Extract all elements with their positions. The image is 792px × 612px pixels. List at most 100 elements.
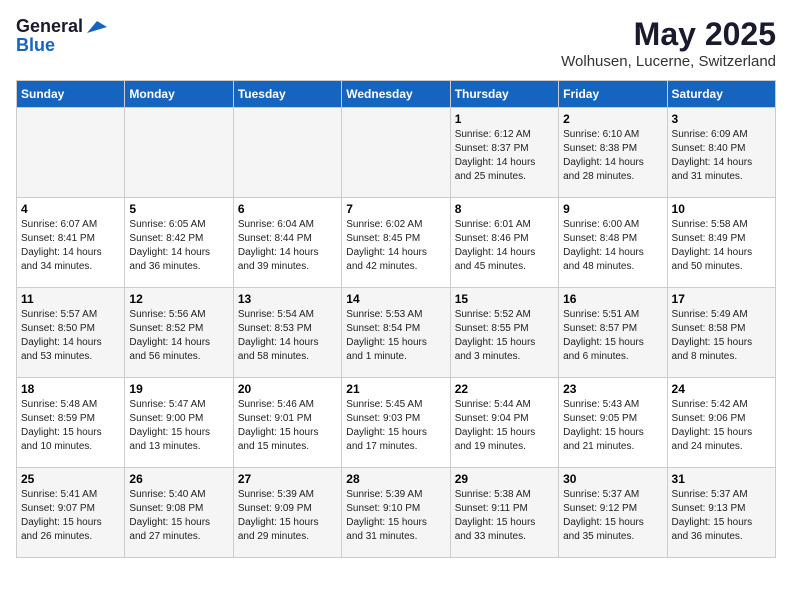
day-number: 8	[455, 202, 554, 216]
day-info: Sunrise: 5:52 AMSunset: 8:55 PMDaylight:…	[455, 308, 554, 364]
day-info: Sunrise: 5:39 AMSunset: 9:10 PMDaylight:…	[346, 488, 445, 544]
calendar-week-row: 1 Sunrise: 6:12 AMSunset: 8:37 PMDaylight…	[17, 108, 776, 198]
day-number: 30	[563, 472, 662, 486]
day-number: 12	[129, 292, 228, 306]
day-info: Sunrise: 6:01 AMSunset: 8:46 PMDaylight:…	[455, 218, 554, 274]
calendar-cell: 29 Sunrise: 5:38 AMSunset: 9:11 PMDayligh…	[450, 468, 558, 558]
col-header-sunday: Sunday	[17, 81, 125, 108]
calendar-cell: 23 Sunrise: 5:43 AMSunset: 9:05 PMDayligh…	[559, 378, 667, 468]
day-number: 18	[21, 382, 120, 396]
day-number: 24	[672, 382, 771, 396]
calendar-cell: 5Sunrise: 6:05 AMSunset: 8:42 PMDaylight…	[125, 198, 233, 288]
day-number: 2	[563, 112, 662, 126]
day-number: 20	[238, 382, 337, 396]
day-number: 19	[129, 382, 228, 396]
calendar-week-row: 25 Sunrise: 5:41 AMSunset: 9:07 PMDayligh…	[17, 468, 776, 558]
day-info: Sunrise: 5:44 AMSunset: 9:04 PMDaylight:…	[455, 398, 554, 454]
day-number: 11	[21, 292, 120, 306]
day-info: Sunrise: 5:37 AMSunset: 9:12 PMDaylight:…	[563, 488, 662, 544]
day-number: 27	[238, 472, 337, 486]
day-number: 26	[129, 472, 228, 486]
page-title: May 2025	[561, 16, 776, 53]
day-info: Sunrise: 6:00 AMSunset: 8:48 PMDaylight:…	[563, 218, 662, 274]
day-number: 28	[346, 472, 445, 486]
day-info: Sunrise: 5:47 AMSunset: 9:00 PMDaylight:…	[129, 398, 228, 454]
calendar-cell: 26Sunrise: 5:40 AMSunset: 9:08 PMDayligh…	[125, 468, 233, 558]
day-info: Sunrise: 5:38 AMSunset: 9:11 PMDaylight:…	[455, 488, 554, 544]
col-header-wednesday: Wednesday	[342, 81, 450, 108]
day-number: 29	[455, 472, 554, 486]
calendar-cell: 2 Sunrise: 6:10 AMSunset: 8:38 PMDaylight…	[559, 108, 667, 198]
calendar-cell: 28 Sunrise: 5:39 AMSunset: 9:10 PMDayligh…	[342, 468, 450, 558]
day-info: Sunrise: 5:46 AMSunset: 9:01 PMDaylight:…	[238, 398, 337, 454]
day-number: 25	[21, 472, 120, 486]
day-number: 16	[563, 292, 662, 306]
calendar-cell: 17Sunrise: 5:49 AMSunset: 8:58 PMDayligh…	[667, 288, 775, 378]
calendar-cell: 18 Sunrise: 5:48 AMSunset: 8:59 PMDayligh…	[17, 378, 125, 468]
page-subtitle: Wolhusen, Lucerne, Switzerland	[561, 53, 776, 70]
title-block: May 2025 Wolhusen, Lucerne, Switzerland	[561, 16, 776, 70]
day-number: 4	[21, 202, 120, 216]
day-info: Sunrise: 5:49 AMSunset: 8:58 PMDaylight:…	[672, 308, 771, 364]
day-number: 5	[129, 202, 228, 216]
day-info: Sunrise: 5:57 AMSunset: 8:50 PMDaylight:…	[21, 308, 120, 364]
day-info: Sunrise: 5:39 AMSunset: 9:09 PMDaylight:…	[238, 488, 337, 544]
day-info: Sunrise: 5:41 AMSunset: 9:07 PMDaylight:…	[21, 488, 120, 544]
calendar-cell	[342, 108, 450, 198]
day-info: Sunrise: 5:53 AMSunset: 8:54 PMDaylight:…	[346, 308, 445, 364]
day-info: Sunrise: 6:10 AMSunset: 8:38 PMDaylight:…	[563, 128, 662, 184]
calendar-cell: 30 Sunrise: 5:37 AMSunset: 9:12 PMDayligh…	[559, 468, 667, 558]
calendar-cell	[233, 108, 341, 198]
col-header-saturday: Saturday	[667, 81, 775, 108]
logo-text-general: General	[16, 16, 83, 37]
calendar-table: SundayMondayTuesdayWednesdayThursdayFrid…	[16, 80, 776, 558]
calendar-cell: 16 Sunrise: 5:51 AMSunset: 8:57 PMDayligh…	[559, 288, 667, 378]
day-info: Sunrise: 5:56 AMSunset: 8:52 PMDaylight:…	[129, 308, 228, 364]
calendar-cell: 3 Sunrise: 6:09 AMSunset: 8:40 PMDaylight…	[667, 108, 775, 198]
day-info: Sunrise: 6:09 AMSunset: 8:40 PMDaylight:…	[672, 128, 771, 184]
day-info: Sunrise: 6:02 AMSunset: 8:45 PMDaylight:…	[346, 218, 445, 274]
day-info: Sunrise: 5:58 AMSunset: 8:49 PMDaylight:…	[672, 218, 771, 274]
day-number: 1	[455, 112, 554, 126]
calendar-cell: 10Sunrise: 5:58 AMSunset: 8:49 PMDayligh…	[667, 198, 775, 288]
calendar-cell: 8 Sunrise: 6:01 AMSunset: 8:46 PMDaylight…	[450, 198, 558, 288]
calendar-cell: 31 Sunrise: 5:37 AMSunset: 9:13 PMDayligh…	[667, 468, 775, 558]
calendar-header-row: SundayMondayTuesdayWednesdayThursdayFrid…	[17, 81, 776, 108]
calendar-cell: 25 Sunrise: 5:41 AMSunset: 9:07 PMDayligh…	[17, 468, 125, 558]
day-info: Sunrise: 5:51 AMSunset: 8:57 PMDaylight:…	[563, 308, 662, 364]
calendar-cell: 11 Sunrise: 5:57 AMSunset: 8:50 PMDayligh…	[17, 288, 125, 378]
day-number: 31	[672, 472, 771, 486]
col-header-tuesday: Tuesday	[233, 81, 341, 108]
day-info: Sunrise: 5:48 AMSunset: 8:59 PMDaylight:…	[21, 398, 120, 454]
calendar-cell: 19 Sunrise: 5:47 AMSunset: 9:00 PMDayligh…	[125, 378, 233, 468]
calendar-cell: 4 Sunrise: 6:07 AMSunset: 8:41 PMDaylight…	[17, 198, 125, 288]
calendar-cell: 21Sunrise: 5:45 AMSunset: 9:03 PMDayligh…	[342, 378, 450, 468]
col-header-friday: Friday	[559, 81, 667, 108]
day-info: Sunrise: 6:12 AMSunset: 8:37 PMDaylight:…	[455, 128, 554, 184]
calendar-week-row: 11 Sunrise: 5:57 AMSunset: 8:50 PMDayligh…	[17, 288, 776, 378]
calendar-cell	[17, 108, 125, 198]
day-number: 15	[455, 292, 554, 306]
day-number: 23	[563, 382, 662, 396]
logo: General Blue	[16, 16, 107, 56]
day-number: 22	[455, 382, 554, 396]
day-info: Sunrise: 6:04 AMSunset: 8:44 PMDaylight:…	[238, 218, 337, 274]
calendar-cell: 12 Sunrise: 5:56 AMSunset: 8:52 PMDayligh…	[125, 288, 233, 378]
day-info: Sunrise: 5:43 AMSunset: 9:05 PMDaylight:…	[563, 398, 662, 454]
day-info: Sunrise: 5:42 AMSunset: 9:06 PMDaylight:…	[672, 398, 771, 454]
day-info: Sunrise: 5:37 AMSunset: 9:13 PMDaylight:…	[672, 488, 771, 544]
col-header-monday: Monday	[125, 81, 233, 108]
day-number: 6	[238, 202, 337, 216]
calendar-cell: 27 Sunrise: 5:39 AMSunset: 9:09 PMDayligh…	[233, 468, 341, 558]
calendar-cell: 15 Sunrise: 5:52 AMSunset: 8:55 PMDayligh…	[450, 288, 558, 378]
day-info: Sunrise: 6:07 AMSunset: 8:41 PMDaylight:…	[21, 218, 120, 274]
calendar-week-row: 4 Sunrise: 6:07 AMSunset: 8:41 PMDaylight…	[17, 198, 776, 288]
calendar-cell: 24 Sunrise: 5:42 AMSunset: 9:06 PMDayligh…	[667, 378, 775, 468]
day-number: 14	[346, 292, 445, 306]
col-header-thursday: Thursday	[450, 81, 558, 108]
calendar-week-row: 18 Sunrise: 5:48 AMSunset: 8:59 PMDayligh…	[17, 378, 776, 468]
calendar-cell: 6 Sunrise: 6:04 AMSunset: 8:44 PMDaylight…	[233, 198, 341, 288]
day-number: 3	[672, 112, 771, 126]
calendar-cell	[125, 108, 233, 198]
calendar-cell: 13Sunrise: 5:54 AMSunset: 8:53 PMDayligh…	[233, 288, 341, 378]
